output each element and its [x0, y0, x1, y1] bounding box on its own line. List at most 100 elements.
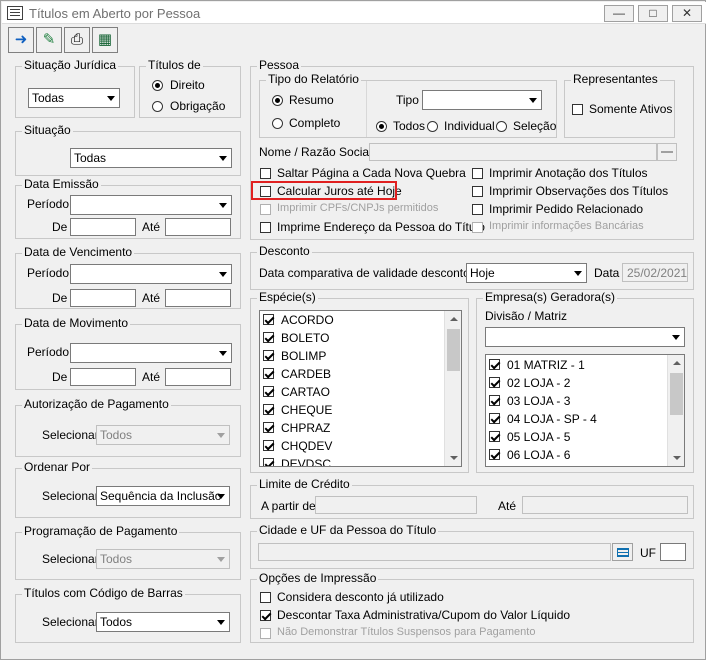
imprimir-bancarias-checkbox[interactable]: [472, 222, 483, 233]
desconto-select[interactable]: Hoje: [466, 263, 587, 283]
somente-ativos-label: Somente Ativos: [589, 102, 673, 116]
imprimir-bancarias-label: Imprimir informações Bancárias: [489, 220, 644, 232]
empresas-scrollbar[interactable]: [667, 355, 684, 466]
obrigacao-radio[interactable]: [152, 101, 163, 112]
situacao-juridica-select[interactable]: Todas: [28, 88, 120, 108]
checkbox[interactable]: [263, 440, 274, 451]
desconto-data-input[interactable]: 25/02/2021: [622, 263, 688, 282]
empresas-group: Empresa(s) Geradora(s) Divisão / Matriz …: [476, 290, 694, 473]
saltar-pagina-checkbox[interactable]: [260, 168, 271, 179]
cidade-input[interactable]: [258, 543, 611, 561]
especies-list[interactable]: ACORDO BOLETO BOLIMP CARDEB CARTAO CHEQU…: [259, 310, 462, 467]
empresas-list[interactable]: 01 MATRIZ - 1 02 LOJA - 2 03 LOJA - 3 04…: [485, 354, 685, 467]
close-button[interactable]: ✕: [672, 5, 702, 22]
ordenar-select[interactable]: Sequência da Inclusão: [96, 486, 230, 506]
data-vencimento-group: Data de Vencimento Período De Até: [15, 245, 241, 309]
selecao-label: Seleção: [513, 119, 557, 133]
scroll-up-icon[interactable]: [445, 311, 461, 327]
print-button[interactable]: ⎙: [64, 27, 90, 53]
saltar-pagina-label: Saltar Página a Cada Nova Quebra: [277, 166, 466, 180]
checkbox[interactable]: [489, 413, 500, 424]
imprimir-observacoes-checkbox[interactable]: [472, 186, 483, 197]
checkbox[interactable]: [263, 368, 274, 379]
data-vencimento-periodo-select[interactable]: [70, 264, 232, 284]
report-button[interactable]: ▦: [92, 27, 118, 53]
checkbox[interactable]: [263, 458, 274, 466]
checkbox[interactable]: [489, 431, 500, 442]
minimize-button[interactable]: —: [604, 5, 634, 22]
checkbox[interactable]: [263, 350, 274, 361]
considera-desconto-checkbox[interactable]: [260, 592, 271, 603]
direito-radio[interactable]: [152, 80, 163, 91]
list-item-label: CHPRAZ: [281, 421, 331, 435]
list-item-label: DEVDSC: [281, 457, 332, 467]
individual-label: Individual: [444, 119, 495, 133]
uf-input[interactable]: [660, 543, 686, 561]
data-emissao-periodo-select[interactable]: [70, 195, 232, 215]
list-item-label: CARTAO: [281, 385, 330, 399]
imprime-endereco-checkbox[interactable]: [260, 222, 271, 233]
somente-ativos-checkbox[interactable]: [572, 104, 583, 115]
chevron-down-icon: [215, 266, 230, 282]
checkbox[interactable]: [263, 332, 274, 343]
data-emissao-de-input[interactable]: [70, 218, 136, 236]
imprimir-observacoes-label: Imprimir Observações dos Títulos: [489, 184, 669, 198]
autorizacao-select[interactable]: Todos: [96, 425, 230, 445]
autorizacao-value: Todos: [100, 428, 133, 442]
codigo-barras-group: Títulos com Código de Barras Selecionar …: [15, 586, 241, 643]
ordenar-value: Sequência da Inclusão: [100, 489, 222, 503]
situacao-select[interactable]: Todas: [70, 148, 232, 168]
resumo-radio[interactable]: [272, 95, 283, 106]
checkbox[interactable]: [489, 449, 500, 460]
checkbox[interactable]: [489, 395, 500, 406]
nao-demonstrar-checkbox[interactable]: [260, 628, 271, 639]
scroll-down-icon[interactable]: [668, 450, 684, 466]
scroll-thumb[interactable]: [447, 329, 460, 371]
data-movimento-ate-input[interactable]: [165, 368, 231, 386]
clear-button[interactable]: ✎: [36, 27, 62, 53]
imprimir-pedido-checkbox[interactable]: [472, 204, 483, 215]
nao-demonstrar-label: Não Demonstrar Títulos Suspensos para Pa…: [277, 626, 536, 638]
divisao-select[interactable]: [485, 327, 685, 347]
data-movimento-title: Data de Movimento: [22, 316, 131, 330]
periodo-label: Período: [27, 345, 70, 359]
todos-radio[interactable]: [376, 121, 387, 132]
data-vencimento-de-input[interactable]: [70, 289, 136, 307]
data-movimento-periodo-select[interactable]: [70, 343, 232, 363]
scroll-up-icon[interactable]: [668, 355, 684, 371]
resumo-label: Resumo: [289, 93, 334, 107]
data-emissao-ate-input[interactable]: [165, 218, 231, 236]
checkbox[interactable]: [263, 422, 274, 433]
tipo-select[interactable]: [422, 90, 542, 110]
imprimir-anotacao-checkbox[interactable]: [472, 168, 483, 179]
individual-radio[interactable]: [427, 121, 438, 132]
chevron-down-icon: [215, 197, 230, 213]
exit-button[interactable]: ➜: [8, 27, 34, 53]
search-button[interactable]: [657, 143, 677, 161]
checkbox[interactable]: [489, 359, 500, 370]
selecao-radio[interactable]: [496, 121, 507, 132]
limite-ate-input[interactable]: [522, 496, 688, 514]
scroll-thumb[interactable]: [670, 373, 683, 415]
checkbox[interactable]: [263, 314, 274, 325]
checkbox[interactable]: [263, 404, 274, 415]
list-item-label: BOLIMP: [281, 349, 327, 363]
chevron-down-icon: [213, 488, 228, 504]
programacao-select[interactable]: Todos: [96, 549, 230, 569]
data-movimento-de-input[interactable]: [70, 368, 136, 386]
checkbox[interactable]: [489, 377, 500, 388]
cidade-search-button[interactable]: [612, 543, 633, 561]
completo-radio[interactable]: [272, 118, 283, 129]
data-vencimento-ate-input[interactable]: [165, 289, 231, 307]
especies-scrollbar[interactable]: [444, 311, 461, 466]
maximize-button[interactable]: □: [638, 5, 668, 22]
scroll-down-icon[interactable]: [445, 450, 461, 466]
chevron-down-icon: [525, 92, 540, 108]
nome-razao-social-input[interactable]: [369, 143, 657, 161]
situacao-juridica-title: Situação Jurídica: [22, 58, 119, 72]
imprimir-cpfs-checkbox[interactable]: [260, 204, 271, 215]
codigo-barras-select[interactable]: Todos: [96, 612, 230, 632]
limite-a-partir-input[interactable]: [315, 496, 477, 514]
checkbox[interactable]: [263, 386, 274, 397]
descontar-taxa-checkbox[interactable]: [260, 610, 271, 621]
